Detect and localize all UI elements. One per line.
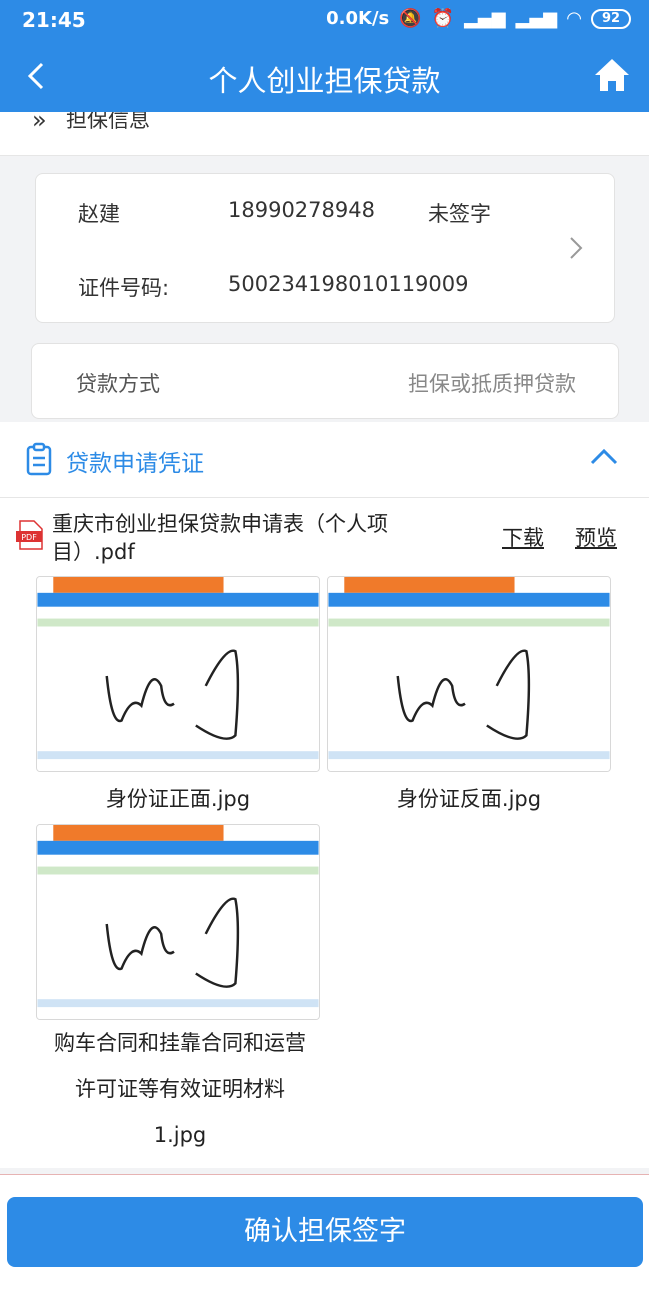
sign-status: 未签字 bbox=[428, 202, 491, 226]
id-number: 500234198010119009 bbox=[228, 272, 469, 296]
download-link[interactable]: 下载 bbox=[502, 522, 544, 552]
mute-icon: 🔕 bbox=[399, 8, 422, 29]
preview-link[interactable]: 预览 bbox=[575, 522, 617, 552]
confirm-guarantee-sign-button[interactable]: 确认担保签字 bbox=[7, 1197, 643, 1267]
chevron-up-icon[interactable] bbox=[589, 446, 619, 466]
signal-icon-2: ▂▄▆ bbox=[515, 8, 558, 29]
page-title: 个人创业担保贷款 bbox=[208, 64, 441, 98]
status-bar: 21:45 0.0K/s 🔕 ⏰ ▂▄▆ ▂▄▆ ◠ 92 bbox=[0, 0, 649, 40]
network-speed: 0.0K/s bbox=[326, 8, 390, 29]
top-bar: 21:45 0.0K/s 🔕 ⏰ ▂▄▆ ▂▄▆ ◠ 92 个人创业担保贷款 bbox=[0, 0, 649, 112]
image-caption: 身份证正面.jpg bbox=[105, 787, 251, 811]
home-icon[interactable] bbox=[593, 56, 631, 94]
alarm-icon: ⏰ bbox=[431, 8, 455, 29]
id-label: 证件号码: bbox=[78, 276, 170, 300]
guarantee-section-header: » 担保信息 bbox=[0, 112, 649, 156]
loan-method-label: 贷款方式 bbox=[76, 372, 160, 396]
proof-section-header[interactable]: 贷款申请凭证 bbox=[0, 422, 649, 498]
image-caption-line: 许可证等有效证明材料 bbox=[75, 1077, 285, 1101]
chevron-right-icon bbox=[570, 237, 583, 259]
guarantor-phone: 18990278948 bbox=[228, 198, 375, 222]
signature-image bbox=[328, 577, 610, 771]
pdf-file-name: 重庆市创业担保贷款申请表（个人项目）.pdf bbox=[52, 512, 388, 564]
battery-icon: 92 bbox=[591, 8, 631, 29]
image-caption-line: 1.jpg bbox=[153, 1123, 207, 1147]
loan-method-value: 担保或抵质押贷款 bbox=[408, 372, 576, 396]
signature-image bbox=[37, 825, 319, 1019]
signature-image bbox=[37, 577, 319, 771]
status-icons: 0.0K/s 🔕 ⏰ ▂▄▆ ▂▄▆ ◠ 92 bbox=[326, 8, 631, 29]
nav-bar: 个人创业担保贷款 bbox=[0, 40, 649, 112]
signal-icon: ▂▄▆ bbox=[464, 8, 506, 29]
image-caption-line: 购车合同和挂靠合同和运营 bbox=[54, 1031, 306, 1055]
double-chevron-icon: » bbox=[32, 112, 47, 134]
image-caption: 身份证反面.jpg bbox=[396, 787, 542, 811]
guarantor-name: 赵建 bbox=[78, 202, 120, 226]
wifi-icon: ◠ bbox=[567, 8, 581, 29]
proof-section-body: PDF 重庆市创业担保贷款申请表（个人项目）.pdf 下载 预览 身份证正面.j… bbox=[0, 498, 649, 1168]
footer-bar: 确认担保签字 bbox=[0, 1174, 649, 1298]
guarantor-card[interactable]: 赵建 18990278948 未签字 证件号码: 500234198010119… bbox=[35, 173, 615, 323]
image-thumbnail[interactable] bbox=[36, 576, 320, 772]
image-thumbnail[interactable] bbox=[327, 576, 611, 772]
image-thumbnail[interactable] bbox=[36, 824, 320, 1020]
proof-section-title: 贷款申请凭证 bbox=[66, 451, 204, 477]
pdf-file-icon: PDF bbox=[16, 520, 43, 550]
clipboard-icon bbox=[26, 442, 52, 476]
svg-text:PDF: PDF bbox=[21, 533, 37, 542]
loan-method-card: 贷款方式 担保或抵质押贷款 bbox=[31, 343, 619, 419]
status-time: 21:45 bbox=[22, 8, 86, 32]
guarantee-section-label: 担保信息 bbox=[66, 112, 150, 132]
